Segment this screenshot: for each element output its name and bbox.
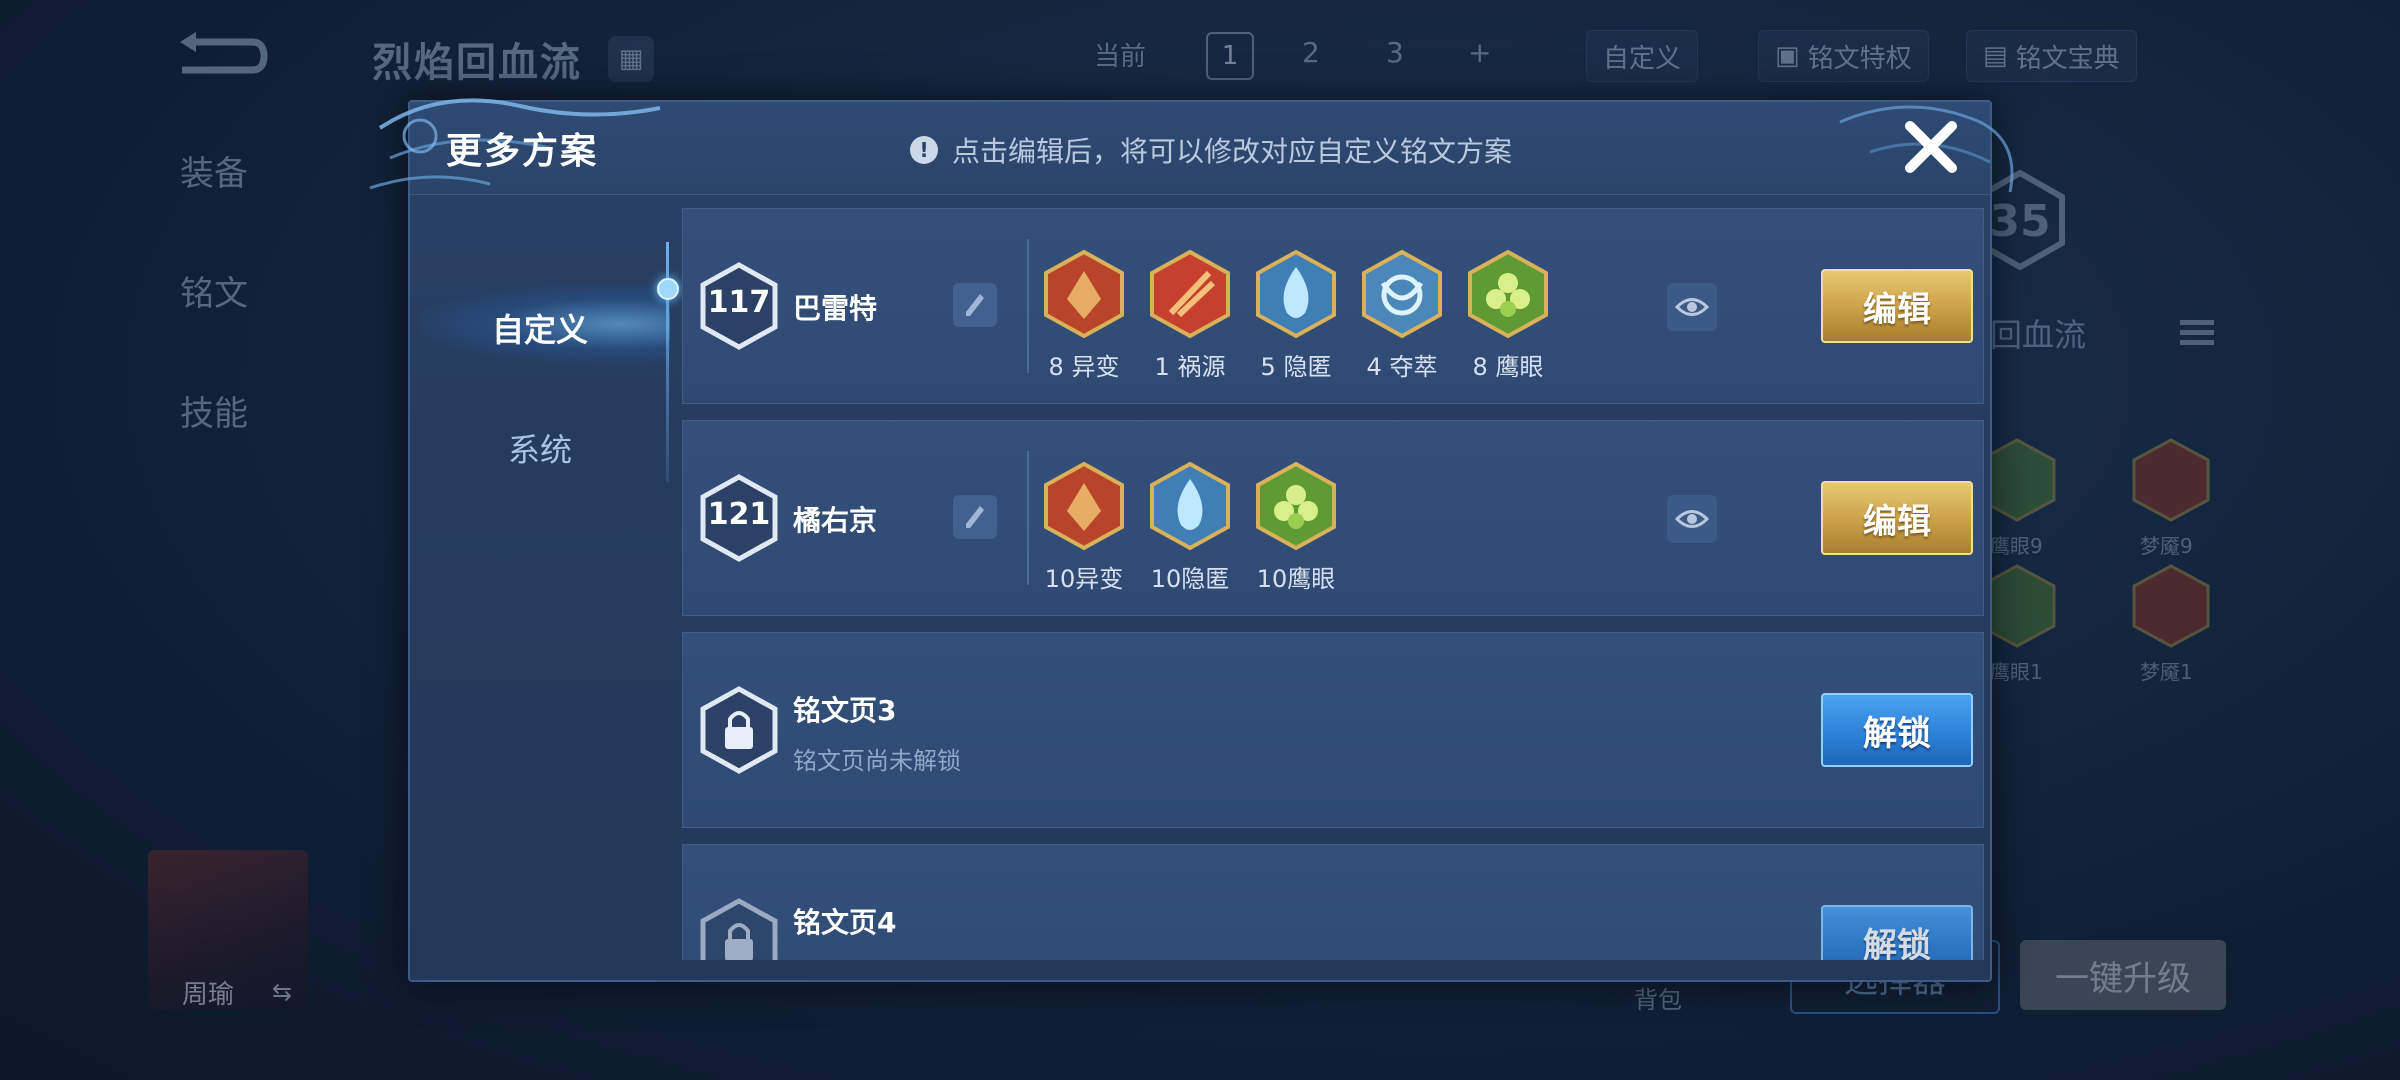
bg-rune-label: 梦魇1 [2140, 660, 2193, 684]
red-feather-rune-icon [1150, 249, 1230, 339]
eye-icon [1675, 510, 1709, 528]
swap-icon[interactable]: ⇆ [272, 978, 292, 1006]
page-button-2[interactable]: 2 [1302, 36, 1320, 69]
rune-label: 1 祸源 [1154, 353, 1226, 381]
unlock-button[interactable]: 解锁 [1821, 693, 1973, 767]
preview-button[interactable] [1667, 283, 1717, 331]
rune-label: 5 隐匿 [1260, 353, 1332, 381]
rune-privilege-label: 铭文特权 [1807, 43, 1912, 74]
locked-page-card: 铭文页3 铭文页尚未解锁 解锁 [682, 632, 1984, 828]
rune-item[interactable]: 8 异变 [1043, 249, 1125, 382]
bg-rune-label: 鹰眼9 [1990, 534, 2043, 558]
red-crest-rune-icon [1044, 249, 1124, 339]
edit-button[interactable]: 编辑 [1821, 481, 1973, 555]
rune-label: 8 鹰眼 [1472, 353, 1544, 381]
page-button-1[interactable]: 1 [1206, 32, 1254, 80]
bag-label[interactable]: 背包 [1634, 980, 1682, 1015]
plan-card: 117 巴雷特 8 异变 1 祸源 5 隐匿 4 夺萃 8 鹰眼 编辑 [682, 208, 1984, 404]
eye-icon [1675, 298, 1709, 316]
rune-list: 10异变 10隐匿 10鹰眼 [1043, 461, 1337, 594]
tab-runes[interactable]: 铭文 [180, 266, 248, 315]
blue-flame-rune-icon [1150, 461, 1230, 551]
rune-codex-label: 铭文宝典 [2015, 43, 2120, 74]
unlock-button[interactable]: 解锁 [1821, 905, 1973, 960]
plan-card: 121 橘右京 10异变 10隐匿 10鹰眼 编辑 [682, 420, 1984, 616]
rune-item[interactable]: 1 祸源 [1149, 249, 1231, 382]
rune-item[interactable]: 5 隐匿 [1255, 249, 1337, 382]
rune-label: 4 夺萃 [1366, 353, 1438, 381]
rune-item[interactable]: 10隐匿 [1149, 461, 1231, 594]
page-title: 铭文页3 [793, 694, 897, 727]
page-button-3[interactable]: 3 [1386, 36, 1404, 69]
plan-level: 117 [707, 285, 771, 320]
rune-label: 8 异变 [1048, 353, 1120, 381]
plan-name: 巴雷特 [793, 292, 878, 325]
red-rune-icon [2132, 564, 2210, 648]
green-clover-rune-icon [1468, 249, 1548, 339]
rename-button[interactable] [953, 495, 997, 539]
tab-equipment[interactable]: 装备 [180, 146, 248, 195]
hero-name: 周瑜 [182, 980, 235, 1010]
grid-icon[interactable]: ▦ [608, 36, 654, 82]
edit-button[interactable]: 编辑 [1821, 269, 1973, 343]
lock-icon [700, 686, 778, 774]
custom-chip[interactable]: 自定义 [1586, 30, 1699, 82]
red-crest-rune-icon [1044, 461, 1124, 551]
rename-button[interactable] [953, 283, 997, 327]
locked-page-card: 铭文页4 解锁 [682, 844, 1984, 960]
plan-list[interactable]: 117 巴雷特 8 异变 1 祸源 5 隐匿 4 夺萃 8 鹰眼 编辑 121 … [410, 102, 1988, 960]
rune-privilege-button[interactable]: ▣ 铭文特权 [1758, 30, 1929, 82]
add-page-button[interactable]: + [1468, 36, 1491, 69]
rune-label: 10异变 [1044, 565, 1124, 593]
codex-icon: ▤ [1983, 41, 2008, 71]
red-rune-icon [2132, 438, 2210, 522]
plan-level: 121 [707, 497, 771, 532]
rune-label: 10隐匿 [1150, 565, 1230, 593]
lock-icon [700, 898, 778, 960]
tab-skills[interactable]: 技能 [180, 386, 248, 435]
one-click-upgrade-button[interactable]: 一键升级 [2020, 940, 2226, 1010]
more-plans-modal: 更多方案 ! 点击编辑后，将可以修改对应自定义铭文方案 自定义 系统 117 巴… [369, 98, 2014, 982]
hero-plan-title: 烈焰回血流 [372, 40, 582, 86]
green-clover-rune-icon [1256, 461, 1336, 551]
book-icon: ▣ [1775, 41, 1800, 71]
rune-item[interactable]: 8 鹰眼 [1467, 249, 1549, 382]
preview-button[interactable] [1667, 495, 1717, 543]
back-arrow-icon[interactable] [172, 30, 268, 84]
blue-flame-rune-icon [1256, 249, 1336, 339]
page-title: 铭文页4 [793, 906, 897, 939]
menu-icon[interactable] [2180, 318, 2214, 348]
current-label: 当前 [1094, 42, 1147, 72]
rune-item[interactable]: 10鹰眼 [1255, 461, 1337, 594]
rune-codex-button[interactable]: ▤ 铭文宝典 [1966, 30, 2137, 82]
right-plan-title: 回血流 [1990, 316, 2087, 354]
rune-list: 8 异变 1 祸源 5 隐匿 4 夺萃 8 鹰眼 [1043, 249, 1549, 382]
pencil-icon [966, 506, 984, 528]
blue-knot-rune-icon [1362, 249, 1442, 339]
rune-label: 10鹰眼 [1256, 565, 1336, 593]
divider [1027, 239, 1029, 373]
page-subtitle: 铭文页尚未解锁 [793, 747, 961, 775]
divider [1027, 451, 1029, 585]
bg-rune-label: 梦魇9 [2140, 534, 2193, 558]
plan-name: 橘右京 [793, 504, 878, 537]
pencil-icon [966, 294, 984, 316]
bg-rune-label: 鹰眼1 [1990, 660, 2043, 684]
rune-item[interactable]: 4 夺萃 [1361, 249, 1443, 382]
rune-item[interactable]: 10异变 [1043, 461, 1125, 594]
